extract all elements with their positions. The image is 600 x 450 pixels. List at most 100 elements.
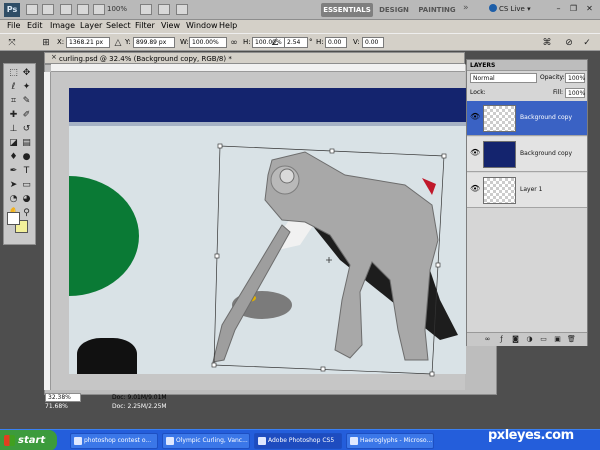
y-position-field[interactable]: 899.89 px	[133, 37, 175, 48]
taskbar-item-olympic-curling[interactable]: Olympic Curling, Vanc...	[162, 433, 250, 449]
cancel-transform-icon[interactable]: ⊘	[563, 37, 575, 49]
new-group-icon[interactable]: ▭	[539, 335, 548, 344]
new-layer-icon[interactable]: ▣	[553, 335, 562, 344]
warp-mode-icon[interactable]: ⌘	[541, 37, 553, 49]
dodge-tool-icon[interactable]: ●	[21, 152, 32, 163]
healing-brush-tool-icon[interactable]: ✚	[8, 110, 19, 121]
brush-tool-icon[interactable]: ✐	[21, 110, 32, 121]
clone-stamp-tool-icon[interactable]: ⊥	[8, 124, 19, 135]
path-selection-tool-icon[interactable]: ➤	[8, 180, 19, 191]
magic-wand-tool-icon[interactable]: ✦	[21, 82, 32, 93]
options-bar: ⤧ ⊞ X: 1368.21 px △ Y: 899.89 px W: 100.…	[0, 33, 600, 51]
y-label: Y:	[125, 38, 131, 46]
workspace-tab-essentials[interactable]: ESSENTIALS	[321, 3, 373, 17]
screen-mode-icon[interactable]	[176, 4, 188, 15]
lasso-tool-icon[interactable]: ℓ	[8, 82, 19, 93]
fill-field[interactable]: 100%	[565, 88, 585, 98]
curling-photo[interactable]	[69, 88, 466, 374]
vertical-skew-field[interactable]: 0.00	[362, 37, 384, 48]
layer-style-icon[interactable]: ƒ	[497, 335, 506, 344]
link-layers-icon[interactable]: ∞	[483, 335, 492, 344]
restore-button[interactable]: ❐	[568, 3, 579, 15]
cs-live-icon	[489, 4, 497, 12]
crop-tool-icon[interactable]: ⌗	[8, 96, 19, 107]
zoom-level[interactable]: 100%	[107, 5, 127, 13]
extras-icon[interactable]	[60, 4, 72, 15]
layer-row-layer-1[interactable]: 👁 Layer 1	[467, 173, 587, 208]
rotation-angle-field[interactable]: 2.54	[284, 37, 308, 48]
vertical-ruler[interactable]	[44, 72, 51, 390]
horizontal-skew-field[interactable]: 0.00	[325, 37, 347, 48]
adjustment-layer-icon[interactable]: ◑	[525, 335, 534, 344]
taskbar-item-haeroglyphs[interactable]: Haeroglyphs - Microso...	[346, 433, 434, 449]
menu-view[interactable]: View	[161, 21, 180, 30]
foreground-color-swatch[interactable]	[7, 212, 20, 225]
layer-thumbnail	[483, 105, 516, 132]
cs-live-button[interactable]: CS Live ▾	[489, 4, 531, 13]
menu-edit[interactable]: Edit	[27, 21, 43, 30]
workspace-tab-design[interactable]: DESIGN	[378, 3, 410, 17]
more-workspaces-icon[interactable]: »	[463, 3, 469, 13]
menu-filter[interactable]: Filter	[135, 21, 155, 30]
delete-layer-icon[interactable]: 🗑	[567, 335, 576, 344]
minimize-button[interactable]: –	[553, 3, 564, 15]
3d-orbit-tool-icon[interactable]: ◕	[21, 194, 32, 205]
width-label: W:	[180, 38, 189, 46]
zoom-tool-icon[interactable]	[77, 4, 89, 15]
opacity-field[interactable]: 100%	[565, 73, 585, 83]
menu-bar: File Edit Image Layer Select Filter View…	[0, 20, 600, 33]
commit-transform-icon[interactable]: ✓	[581, 37, 593, 49]
visibility-eye-icon[interactable]: 👁	[470, 148, 480, 157]
visibility-eye-icon[interactable]: 👁	[470, 184, 480, 193]
start-button[interactable]: start	[0, 430, 57, 450]
shape-tool-icon[interactable]: ▭	[21, 180, 32, 191]
arrange-documents-icon[interactable]	[158, 4, 170, 15]
status-zoom-field[interactable]: 32.38%	[45, 393, 81, 402]
blur-tool-icon[interactable]: ♦	[8, 152, 19, 163]
zoom-tool-icon[interactable]: ⚲	[21, 208, 32, 219]
status-zoom-field-2[interactable]: 71.68%	[45, 403, 68, 410]
workspace-tab-painting[interactable]: PAINTING	[417, 3, 457, 17]
menu-layer[interactable]: Layer	[80, 21, 102, 30]
layers-panel-header[interactable]: LAYERS	[467, 60, 587, 71]
menu-help[interactable]: Help	[219, 21, 237, 30]
document-tab[interactable]: × curling.psd @ 32.4% (Background copy, …	[44, 52, 465, 64]
rotate-view-icon[interactable]	[140, 4, 152, 15]
eraser-tool-icon[interactable]: ◪	[8, 138, 19, 149]
mini-bridge-icon[interactable]	[42, 4, 54, 15]
blend-mode-select[interactable]: Normal	[470, 73, 537, 83]
link-icon[interactable]: ∞	[228, 37, 240, 49]
eyedropper-tool-icon[interactable]: ✎	[21, 96, 32, 107]
add-mask-icon[interactable]: ◙	[511, 335, 520, 344]
width-field[interactable]: 100.00%	[189, 37, 227, 48]
horizontal-ruler[interactable]	[51, 64, 465, 72]
menu-select[interactable]: Select	[106, 21, 131, 30]
pen-tool-icon[interactable]: ✒	[8, 166, 19, 177]
close-button[interactable]: ✕	[584, 3, 595, 15]
transform-tool-icon[interactable]: ⤧	[6, 37, 18, 49]
bridge-icon[interactable]	[26, 4, 38, 15]
relative-position-icon[interactable]: △	[112, 37, 124, 49]
taskbar-item-adobe-photoshop[interactable]: Adobe Photoshop CS5	[254, 433, 342, 449]
menu-file[interactable]: File	[7, 21, 20, 30]
move-tool-icon[interactable]: ✥	[21, 68, 32, 79]
history-brush-tool-icon[interactable]: ↺	[21, 124, 32, 135]
menu-window[interactable]: Window	[186, 21, 218, 30]
document-close-icon[interactable]: ×	[51, 53, 57, 61]
gradient-tool-icon[interactable]: ▤	[21, 138, 32, 149]
arena-wall	[69, 88, 466, 122]
menu-image[interactable]: Image	[50, 21, 75, 30]
document-title: curling.psd @ 32.4% (Background copy, RG…	[59, 55, 232, 63]
layer-row-background-copy[interactable]: 👁 Background copy	[467, 137, 587, 172]
degree-symbol: °	[309, 38, 313, 46]
visibility-eye-icon[interactable]: 👁	[470, 112, 480, 121]
height-label: H:	[243, 38, 251, 46]
type-tool-icon[interactable]: T	[21, 166, 32, 177]
3d-rotate-tool-icon[interactable]: ◔	[8, 194, 19, 205]
x-position-field[interactable]: 1368.21 px	[66, 37, 110, 48]
layer-row-background-copy-selected[interactable]: 👁 Background copy	[467, 101, 587, 136]
hand-tool-icon[interactable]	[93, 4, 105, 15]
reference-point-icon[interactable]: ⊞	[40, 37, 52, 49]
marquee-tool-icon[interactable]: ⬚	[8, 68, 19, 79]
taskbar-item-photoshop-contest[interactable]: photoshop contest o...	[70, 433, 158, 449]
